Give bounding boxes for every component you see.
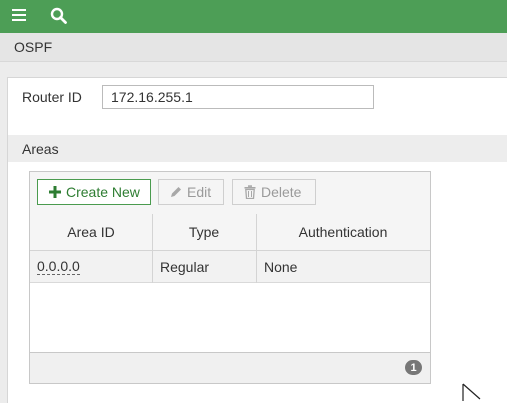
authentication-cell: None: [264, 258, 298, 275]
ospf-settings-panel: Router ID Areas Create New: [7, 77, 507, 403]
column-divider: [152, 214, 153, 283]
areas-table: Create New Edit Delete Area ID Type Auth…: [29, 171, 431, 384]
edit-label: Edit: [187, 184, 212, 200]
table-footer: 1: [30, 352, 430, 383]
router-id-input[interactable]: [102, 85, 374, 109]
page-title: OSPF: [14, 39, 53, 55]
hamburger-menu-icon[interactable]: [7, 0, 31, 30]
mouse-cursor-icon: [462, 383, 481, 401]
search-icon[interactable]: [46, 0, 70, 30]
create-new-button[interactable]: Create New: [37, 179, 151, 205]
column-header-area-id[interactable]: Area ID: [30, 214, 152, 251]
router-id-label: Router ID: [22, 89, 82, 105]
create-new-label: Create New: [66, 184, 140, 200]
column-header-authentication[interactable]: Authentication: [256, 214, 430, 251]
table-row[interactable]: 0.0.0.0 Regular None: [30, 251, 430, 283]
areas-section-header: Areas: [8, 135, 507, 162]
plus-icon: [46, 186, 64, 198]
areas-title: Areas: [22, 141, 59, 157]
area-id-cell[interactable]: 0.0.0.0: [37, 251, 80, 282]
edit-button[interactable]: Edit: [158, 179, 224, 205]
type-cell: Regular: [160, 258, 210, 275]
delete-button[interactable]: Delete: [232, 179, 316, 205]
column-divider: [256, 214, 257, 283]
area-id-link[interactable]: 0.0.0.0: [37, 258, 80, 275]
areas-toolbar: Create New Edit Delete: [30, 172, 430, 215]
section-header: OSPF: [0, 33, 507, 62]
top-navigation-bar: [0, 0, 507, 33]
delete-label: Delete: [261, 184, 302, 200]
row-count-badge: 1: [405, 360, 422, 375]
trash-icon: [241, 185, 259, 199]
pencil-icon: [167, 185, 185, 199]
column-header-type[interactable]: Type: [152, 214, 256, 251]
